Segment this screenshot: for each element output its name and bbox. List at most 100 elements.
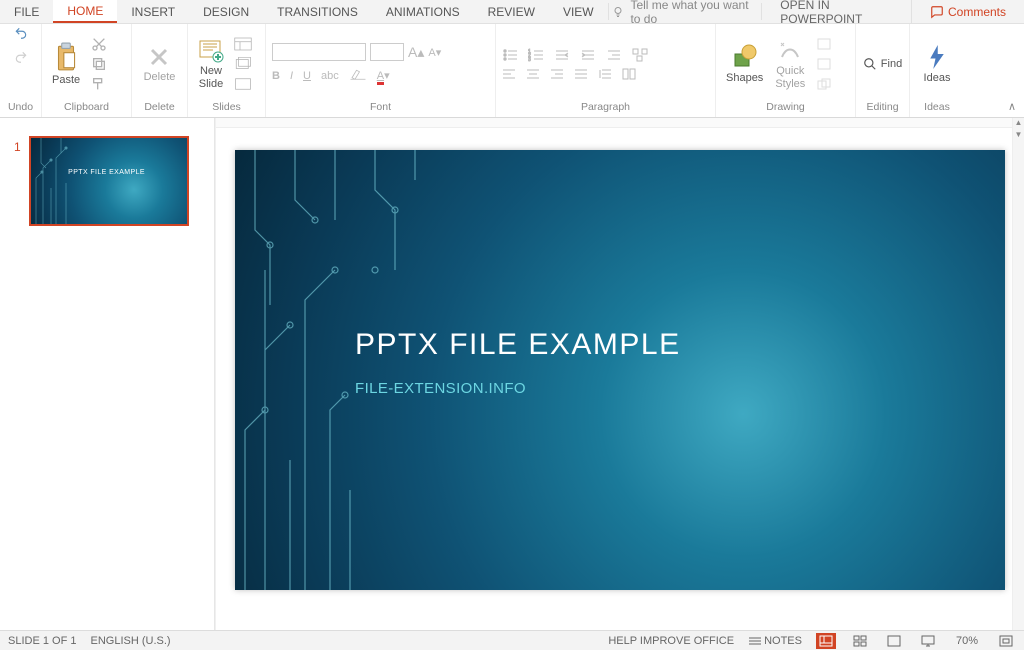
quick-styles-button[interactable]: Quick Styles xyxy=(771,32,809,96)
thumb-title: PPTX FILE EXAMPLE xyxy=(68,169,145,176)
status-bar: SLIDE 1 OF 1 ENGLISH (U.S.) HELP IMPROVE… xyxy=(0,630,1024,650)
view-sorter-icon[interactable] xyxy=(850,633,870,649)
slides-group-label: Slides xyxy=(194,101,259,115)
numbering-icon[interactable]: 123 xyxy=(528,48,544,62)
view-reading-icon[interactable] xyxy=(884,633,904,649)
tell-me-search[interactable]: Tell me what you want to do xyxy=(608,0,761,23)
group-delete: Delete Delete xyxy=(132,24,188,117)
cut-icon[interactable] xyxy=(88,36,110,52)
ideas-button[interactable]: Ideas xyxy=(920,32,955,96)
group-editing: Find Editing xyxy=(856,24,910,117)
slide-title[interactable]: PPTX FILE EXAMPLE xyxy=(355,328,681,362)
ideas-group-label: Ideas xyxy=(916,101,958,115)
shrink-font-icon[interactable]: A▾ xyxy=(428,46,441,59)
delete-button[interactable]: Delete xyxy=(140,32,180,96)
undo-group-label: Undo xyxy=(6,101,35,115)
columns-icon[interactable] xyxy=(622,68,636,80)
comments-button[interactable]: Comments xyxy=(911,0,1024,23)
decrease-indent-icon[interactable] xyxy=(554,48,570,62)
group-drawing: Shapes Quick Styles Drawing xyxy=(716,24,856,117)
shapes-button[interactable]: Shapes xyxy=(722,32,767,96)
justify-icon[interactable] xyxy=(574,68,588,80)
duplicate-slide-icon[interactable] xyxy=(232,56,254,72)
open-in-powerpoint[interactable]: OPEN IN POWERPOINT xyxy=(762,0,911,23)
font-size-select[interactable] xyxy=(370,43,404,61)
underline-button[interactable]: U xyxy=(303,70,311,82)
lightbulb-icon xyxy=(612,6,624,18)
tab-transitions[interactable]: TRANSITIONS xyxy=(263,0,372,23)
collapse-ribbon-icon[interactable]: ∧ xyxy=(1008,100,1016,113)
undo-icon[interactable] xyxy=(12,26,30,40)
align-center-icon[interactable] xyxy=(526,68,540,80)
hide-slide-icon[interactable] xyxy=(232,76,254,92)
align-right-icon[interactable] xyxy=(550,68,564,80)
paragraph-group-label: Paragraph xyxy=(502,101,709,115)
font-color-button[interactable]: A▾ xyxy=(377,69,390,82)
new-slide-icon xyxy=(198,37,224,63)
slide-canvas[interactable]: PPTX FILE EXAMPLE FILE-EXTENSION.INFO xyxy=(235,150,1005,590)
slide-thumbnail-pane: 1 PPTX FILE EXAMPLE xyxy=(0,118,215,630)
fit-to-window-icon[interactable] xyxy=(996,633,1016,649)
vertical-scrollbar[interactable]: ▲ ▼ xyxy=(1012,118,1024,630)
tab-file[interactable]: FILE xyxy=(0,0,53,23)
zoom-value[interactable]: 70% xyxy=(952,635,982,647)
quick-styles-label: Quick Styles xyxy=(775,65,805,89)
line-spacing-icon[interactable] xyxy=(598,68,612,80)
view-normal-icon[interactable] xyxy=(816,633,836,649)
group-paragraph: 123 Paragraph xyxy=(496,24,716,117)
thumb-number: 1 xyxy=(14,140,21,154)
view-slideshow-icon[interactable] xyxy=(918,633,938,649)
font-family-select[interactable] xyxy=(272,43,366,61)
comment-icon xyxy=(930,5,944,19)
quick-styles-icon xyxy=(777,37,803,63)
bullets-icon[interactable] xyxy=(502,48,518,62)
search-icon xyxy=(863,57,877,71)
shape-fill-icon[interactable] xyxy=(813,36,835,52)
tab-insert[interactable]: INSERT xyxy=(117,0,189,23)
tab-view[interactable]: VIEW xyxy=(549,0,608,23)
paste-button[interactable]: Paste xyxy=(48,32,84,96)
notes-label: NOTES xyxy=(764,635,802,647)
copy-icon[interactable] xyxy=(88,56,110,72)
notes-toggle[interactable]: NOTES xyxy=(748,635,802,647)
highlight-button[interactable] xyxy=(349,67,367,84)
layout-icon[interactable] xyxy=(232,36,254,52)
shapes-label: Shapes xyxy=(726,72,763,84)
editing-group-label: Editing xyxy=(862,101,903,115)
status-slide-counter: SLIDE 1 OF 1 xyxy=(8,635,76,647)
tab-home[interactable]: HOME xyxy=(53,0,117,23)
scroll-down-icon[interactable]: ▼ xyxy=(1013,130,1024,142)
new-slide-button[interactable]: New Slide xyxy=(194,32,228,96)
slide-thumbnail-1[interactable]: PPTX FILE EXAMPLE xyxy=(29,136,189,226)
delete-x-icon xyxy=(147,45,171,69)
smart-art-icon[interactable] xyxy=(632,48,648,62)
align-left-icon[interactable] xyxy=(502,68,516,80)
find-label: Find xyxy=(881,58,902,70)
grow-font-icon[interactable]: A▴ xyxy=(408,44,424,61)
italic-button[interactable]: I xyxy=(290,70,293,82)
redo-icon[interactable] xyxy=(12,50,30,64)
tab-animations[interactable]: ANIMATIONS xyxy=(372,0,474,23)
arrange-icon[interactable] xyxy=(813,76,835,92)
menubar: FILE HOME INSERT DESIGN TRANSITIONS ANIM… xyxy=(0,0,1024,24)
find-button[interactable]: Find xyxy=(859,57,906,71)
status-language[interactable]: ENGLISH (U.S.) xyxy=(90,635,170,647)
status-improve-link[interactable]: HELP IMPROVE OFFICE xyxy=(608,635,734,647)
delete-label: Delete xyxy=(144,71,176,83)
bold-button[interactable]: B xyxy=(272,70,280,82)
scroll-up-icon[interactable]: ▲ xyxy=(1013,118,1024,130)
tab-review[interactable]: REVIEW xyxy=(474,0,549,23)
shapes-icon xyxy=(731,44,759,70)
group-font: A▴ A▾ B I U abc A▾ Font xyxy=(266,24,496,117)
group-ideas: Ideas Ideas xyxy=(910,24,964,117)
text-direction-icon[interactable] xyxy=(606,48,622,62)
slide-canvas-area: PPTX FILE EXAMPLE FILE-EXTENSION.INFO ▲ … xyxy=(215,118,1024,630)
ideas-lightning-icon xyxy=(928,44,946,70)
format-painter-icon[interactable] xyxy=(88,76,110,92)
slide-subtitle[interactable]: FILE-EXTENSION.INFO xyxy=(355,380,526,397)
ruler-area xyxy=(216,118,1012,128)
increase-indent-icon[interactable] xyxy=(580,48,596,62)
tab-design[interactable]: DESIGN xyxy=(189,0,263,23)
shape-outline-icon[interactable] xyxy=(813,56,835,72)
strikethrough-button[interactable]: abc xyxy=(321,70,339,82)
